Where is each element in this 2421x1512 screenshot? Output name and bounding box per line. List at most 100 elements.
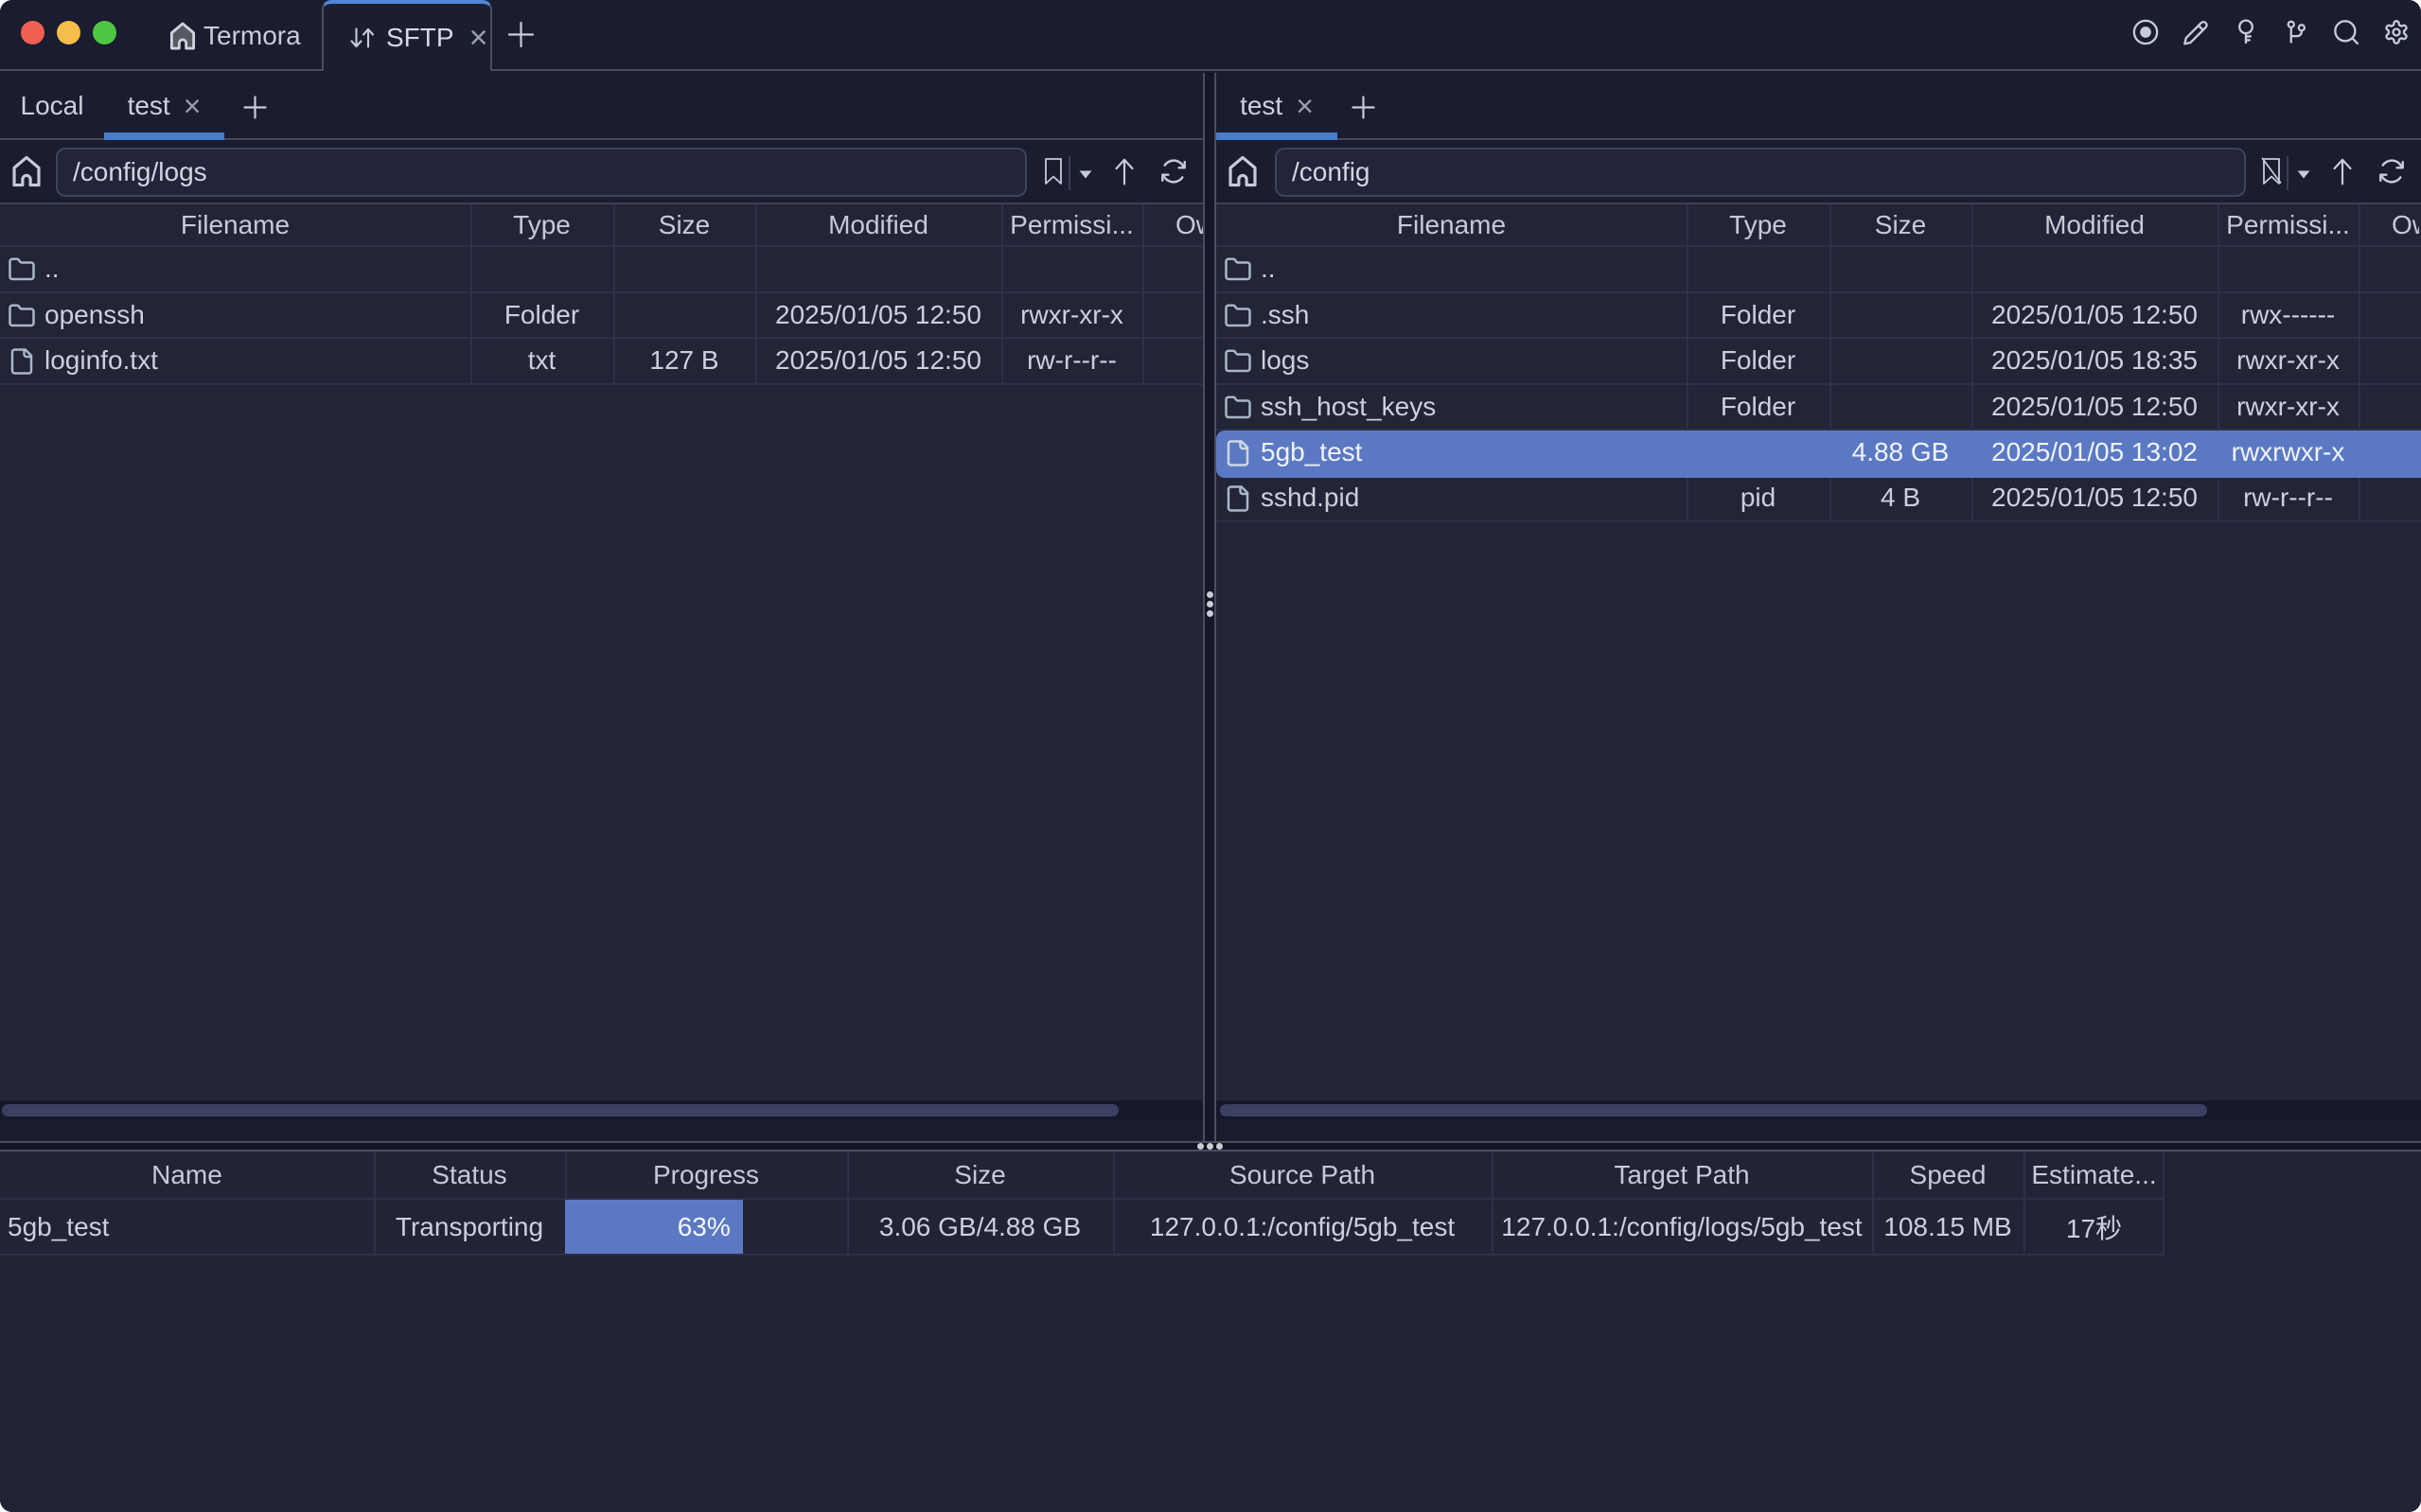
transfer-arrows-icon — [348, 26, 377, 49]
transfer-row-5gb-test[interactable]: 5gb_test Transporting 63% 3.06 GB/4.88 G… — [0, 1200, 2165, 1256]
left-toolbar: /config/logs — [0, 142, 1203, 202]
right-col-filename[interactable]: Filename — [1216, 204, 1687, 245]
left-col-filename[interactable]: Filename — [0, 204, 470, 245]
transfers-col-name[interactable]: Name — [0, 1152, 374, 1198]
port-forwarding-icon[interactable] — [2283, 19, 2309, 45]
file-permissions: rw-r--r-- — [1001, 339, 1142, 382]
folder-icon — [1224, 347, 1252, 376]
settings-gear-icon[interactable] — [2383, 19, 2410, 45]
transfer-progress-fill: 63% — [565, 1200, 743, 1254]
refresh-icon[interactable] — [1158, 156, 1189, 186]
transfer-target-path: 127.0.0.1:/config/logs/5gb_test — [1492, 1200, 1872, 1254]
right-row-sshd-pid[interactable]: sshd.pid pid 4 B 2025/01/05 12:50 rw-r--… — [1216, 476, 2421, 521]
left-scrollbar-thumb[interactable] — [2, 1104, 1119, 1116]
transfers-col-target[interactable]: Target Path — [1492, 1152, 1872, 1198]
file-modified — [1971, 247, 2218, 290]
left-new-tab-button[interactable] — [243, 96, 267, 119]
close-sftp-tab-icon[interactable]: × — [469, 22, 488, 54]
key-icon[interactable] — [2233, 19, 2259, 45]
left-col-size[interactable]: Size — [613, 204, 755, 245]
transfers-panel: Name Status Progress Size Source Path Ta… — [0, 1152, 2421, 1512]
file-modified: 2025/01/05 18:35 — [1971, 339, 2218, 382]
transfers-col-size[interactable]: Size — [847, 1152, 1113, 1198]
file-size — [1829, 385, 1971, 429]
tab-termora-home[interactable]: Termora — [167, 0, 301, 71]
right-row-ssh-host-keys[interactable]: ssh_host_keys Folder 2025/01/05 12:50 rw… — [1216, 385, 2421, 431]
file-type — [1687, 431, 1829, 474]
bookmark-dropdown-icon[interactable] — [2297, 170, 2310, 179]
transfers-col-estimate[interactable]: Estimate... — [2023, 1152, 2165, 1198]
right-horizontal-scrollbar[interactable] — [1216, 1100, 2421, 1119]
file-size — [1829, 247, 1971, 290]
bookmark-off-icon[interactable] — [2260, 156, 2283, 186]
right-col-type[interactable]: Type — [1687, 204, 1829, 245]
record-macro-icon[interactable] — [2132, 19, 2159, 45]
transfer-status: Transporting — [374, 1200, 565, 1254]
transfers-col-status[interactable]: Status — [374, 1152, 565, 1198]
file-size — [1829, 339, 1971, 382]
file-size: 4 B — [1829, 476, 1971, 519]
transfers-col-source[interactable]: Source Path — [1113, 1152, 1492, 1198]
minimize-window-button[interactable] — [57, 21, 80, 44]
bookmark-icon[interactable] — [1042, 156, 1065, 186]
maximize-window-button[interactable] — [93, 21, 116, 44]
right-row-logs[interactable]: logs Folder 2025/01/05 18:35 rwxr-xr-x — [1216, 339, 2421, 384]
right-path-text: /config — [1292, 157, 1370, 187]
refresh-icon[interactable] — [2377, 156, 2407, 186]
left-col-owner[interactable]: Owner — [1142, 204, 1203, 245]
home-icon[interactable] — [1225, 153, 1261, 189]
right-path-input[interactable]: /config — [1275, 148, 2246, 197]
close-window-button[interactable] — [21, 21, 44, 44]
search-icon[interactable] — [2333, 19, 2359, 45]
up-directory-icon[interactable] — [1110, 155, 1139, 187]
right-col-size[interactable]: Size — [1829, 204, 1971, 245]
right-col-owner[interactable]: Owner — [2359, 204, 2419, 245]
left-tabstrip: Local test × — [0, 73, 1203, 140]
folder-icon — [8, 255, 36, 284]
file-type: Folder — [1687, 339, 1829, 382]
left-col-type[interactable]: Type — [470, 204, 613, 245]
new-main-tab-button[interactable] — [507, 21, 535, 48]
file-modified: 2025/01/05 12:50 — [755, 293, 1001, 337]
tab-sftp[interactable]: SFTP × — [322, 0, 492, 71]
left-row-updir[interactable]: .. — [0, 247, 1203, 292]
right-row-5gb-test[interactable]: 5gb_test 4.88 GB 2025/01/05 13:02 rwxrwx… — [1216, 431, 2421, 478]
left-col-permissions[interactable]: Permissi... — [1001, 204, 1142, 245]
file-type: Folder — [1687, 385, 1829, 429]
up-directory-icon[interactable] — [2328, 155, 2357, 187]
left-path-input[interactable]: /config/logs — [56, 148, 1027, 197]
file-size — [1829, 293, 1971, 337]
right-row-ssh[interactable]: .ssh Folder 2025/01/05 12:50 rwx------ — [1216, 293, 2421, 339]
right-tab-test-close-icon[interactable]: × — [1296, 90, 1314, 122]
right-tabstrip: test × — [1216, 73, 2421, 140]
transfers-col-progress[interactable]: Progress — [565, 1152, 847, 1198]
left-col-modified[interactable]: Modified — [755, 204, 1001, 245]
file-modified: 2025/01/05 12:50 — [1971, 293, 2218, 337]
left-row-loginfo[interactable]: loginfo.txt txt 127 B 2025/01/05 12:50 r… — [0, 339, 1203, 384]
left-row-openssh[interactable]: openssh Folder 2025/01/05 12:50 rwxr-xr-… — [0, 293, 1203, 339]
left-tab-local[interactable]: Local — [0, 73, 104, 138]
file-name: loginfo.txt — [44, 345, 158, 376]
bookmark-dropdown-icon[interactable] — [1079, 170, 1092, 179]
file-type: Folder — [1687, 293, 1829, 337]
edit-icon[interactable] — [2182, 19, 2209, 45]
home-icon[interactable] — [9, 153, 44, 189]
file-permissions — [1001, 247, 1142, 290]
left-file-table: Filename Type Size Modified Permissi... … — [0, 202, 1203, 1119]
right-new-tab-button[interactable] — [1352, 96, 1375, 119]
file-modified: 2025/01/05 12:50 — [1971, 476, 2218, 519]
right-row-updir[interactable]: .. — [1216, 247, 2421, 292]
right-scrollbar-thumb[interactable] — [1220, 1104, 2207, 1116]
left-tab-test[interactable]: test × — [104, 73, 224, 138]
right-col-modified[interactable]: Modified — [1971, 204, 2218, 245]
left-tab-test-close-icon[interactable]: × — [184, 90, 202, 122]
file-size: 4.88 GB — [1829, 431, 1971, 474]
transfers-splitter[interactable] — [0, 1141, 2421, 1152]
right-col-permissions[interactable]: Permissi... — [2218, 204, 2359, 245]
left-horizontal-scrollbar[interactable] — [0, 1100, 1203, 1119]
pane-splitter[interactable] — [1203, 73, 1216, 1141]
transfers-col-speed[interactable]: Speed — [1872, 1152, 2023, 1198]
right-active-tab-underline — [1216, 132, 1337, 140]
termora-window: Termora SFTP × — [0, 0, 2421, 1512]
right-tab-test[interactable]: test × — [1216, 73, 1337, 138]
